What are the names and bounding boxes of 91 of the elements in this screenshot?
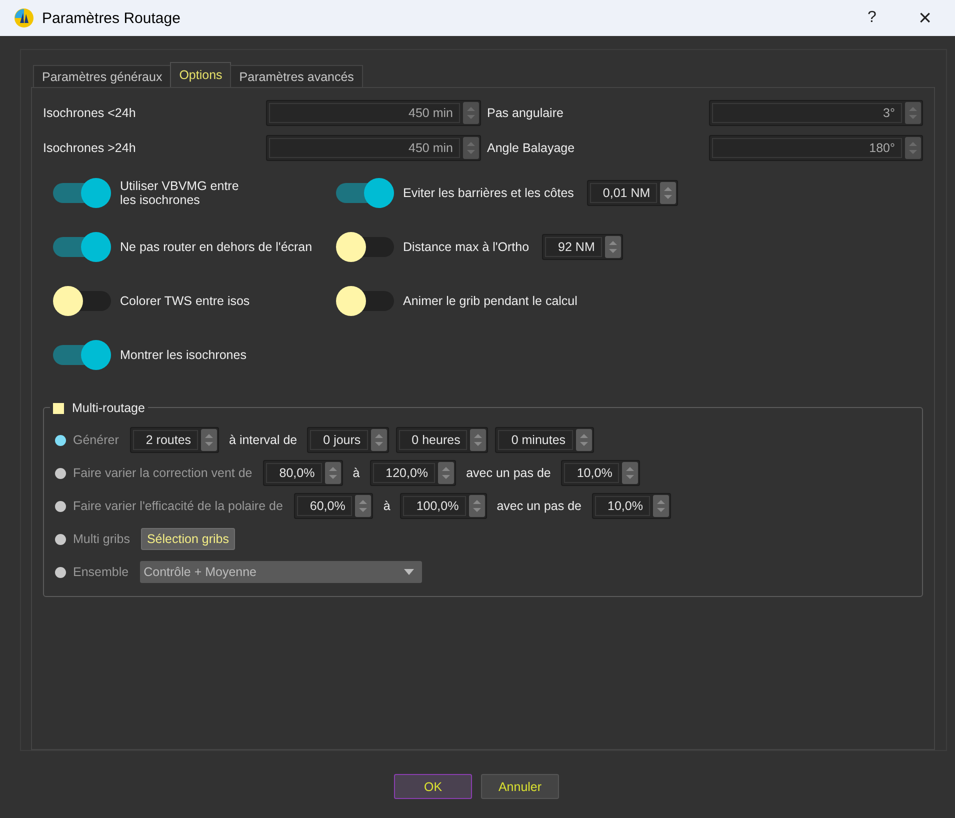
up-down-arrows-icon <box>578 432 589 448</box>
option-label: Générer <box>73 433 119 447</box>
up-down-arrows-icon <box>656 498 666 514</box>
toggle-switch[interactable] <box>336 285 396 317</box>
tab[interactable]: Paramètres avancés <box>230 65 363 87</box>
radio-button[interactable] <box>55 534 66 544</box>
spin-buttons[interactable] <box>370 429 387 451</box>
group-title: Multi-routage <box>72 401 145 415</box>
option-label: Multi gribs <box>73 532 130 546</box>
window-title: Paramètres Routage <box>42 10 180 26</box>
spin-field[interactable]: 80,0% <box>266 463 322 483</box>
ok-button[interactable]: OK <box>394 774 472 799</box>
up-down-arrows-icon <box>663 185 674 201</box>
up-down-arrows-icon <box>625 465 636 481</box>
spin-field[interactable]: 3° <box>712 103 902 123</box>
spin-buttons[interactable] <box>622 462 638 484</box>
tab[interactable]: Paramètres généraux <box>33 65 172 87</box>
up-down-arrows-icon <box>441 465 452 481</box>
option-label: Faire varier la correction vent de <box>73 466 252 480</box>
toggle-switch[interactable] <box>336 231 396 263</box>
field-label: avec un pas de <box>466 466 551 480</box>
spin-field[interactable]: 0 minutes <box>498 430 573 450</box>
toggle-label: Eviter les barrières et les côtes <box>403 186 574 200</box>
toggle-switch[interactable] <box>53 339 113 371</box>
up-down-arrows-icon <box>473 432 484 448</box>
up-down-arrows-icon <box>466 105 476 121</box>
up-down-arrows-icon <box>204 432 214 448</box>
toggle-label: Colorer TWS entre isos <box>120 294 250 308</box>
toggle-label: Distance max à l'Ortho <box>403 240 530 254</box>
spin-buttons[interactable] <box>201 429 218 451</box>
field-label: avec un pas de <box>496 499 582 513</box>
help-button[interactable]: ? <box>849 0 895 36</box>
sail-logo-icon <box>14 8 34 28</box>
up-down-arrows-icon <box>608 239 618 255</box>
spin-buttons[interactable] <box>324 462 341 484</box>
up-down-arrows-icon <box>374 432 384 448</box>
spin-field[interactable]: 0,01 NM <box>590 183 658 203</box>
toggle-label: Utiliser VBVMG entre les isochrones <box>120 179 240 207</box>
radio-button[interactable] <box>55 566 66 578</box>
field-label: Isochrones >24h <box>43 141 137 155</box>
toggle-label: Ne pas router en dehors de l'écran <box>120 240 312 254</box>
toggle-label: Animer le grib pendant le calcul <box>403 294 578 308</box>
dropdown[interactable]: Contrôle + Moyenne <box>140 561 422 583</box>
field-label: Angle Balayage <box>486 141 576 155</box>
spin-field[interactable]: 180° <box>712 138 902 158</box>
radio-button[interactable] <box>55 434 66 446</box>
field-label: à <box>352 466 360 480</box>
toggle-switch[interactable] <box>336 177 396 209</box>
toggle-switch[interactable] <box>53 177 113 209</box>
spin-buttons[interactable] <box>660 182 676 204</box>
up-down-arrows-icon <box>466 140 476 156</box>
spin-buttons[interactable] <box>355 495 372 517</box>
spin-field[interactable]: 10,0% <box>564 463 620 483</box>
radio-button[interactable] <box>55 500 66 512</box>
spin-field[interactable]: 450 min <box>269 138 460 158</box>
spin-field[interactable]: 120,0% <box>372 463 436 483</box>
spin-buttons[interactable] <box>652 495 669 517</box>
spin-field[interactable]: 60,0% <box>296 496 352 516</box>
field-label: Pas angulaire <box>486 106 564 120</box>
toggle-label: Montrer les isochrones <box>120 348 246 362</box>
field-label: à <box>383 499 390 513</box>
up-down-arrows-icon <box>328 465 338 481</box>
field-label: Isochrones <24h <box>43 106 137 120</box>
spin-field[interactable]: 0 jours <box>310 430 368 450</box>
spin-buttons[interactable] <box>576 429 592 451</box>
up-down-arrows-icon <box>908 105 918 121</box>
spin-buttons[interactable] <box>468 495 485 517</box>
up-down-arrows-icon <box>472 498 482 514</box>
toggle-switch[interactable] <box>53 231 113 263</box>
spin-field[interactable]: 92 NM <box>545 237 602 257</box>
toggle-switch[interactable] <box>53 285 113 317</box>
spin-field[interactable]: 0 heures <box>398 430 468 450</box>
up-down-arrows-icon <box>358 498 368 514</box>
checkbox[interactable] <box>53 402 64 414</box>
spin-field[interactable]: 450 min <box>269 103 460 123</box>
spin-buttons[interactable] <box>604 236 621 258</box>
up-down-arrows-icon <box>908 140 918 156</box>
cancel-button[interactable]: Annuler <box>481 774 559 799</box>
spin-field[interactable]: 2 routes <box>132 430 198 450</box>
spin-buttons[interactable] <box>470 429 486 451</box>
radio-button[interactable] <box>55 468 66 478</box>
tab[interactable]: Options <box>170 62 232 87</box>
caret-icon <box>404 569 414 575</box>
field-label: à interval de <box>229 433 298 447</box>
option-label: Ensemble <box>73 565 129 579</box>
spin-buttons[interactable] <box>438 462 454 484</box>
option-label: Faire varier l'efficacité de la polaire de <box>73 499 283 513</box>
spin-field[interactable]: 10,0% <box>594 496 650 516</box>
select-gribs-button[interactable]: Sélection gribs <box>140 528 235 550</box>
spin-field[interactable]: 100,0% <box>403 496 466 516</box>
close-button[interactable]: × <box>895 0 955 36</box>
